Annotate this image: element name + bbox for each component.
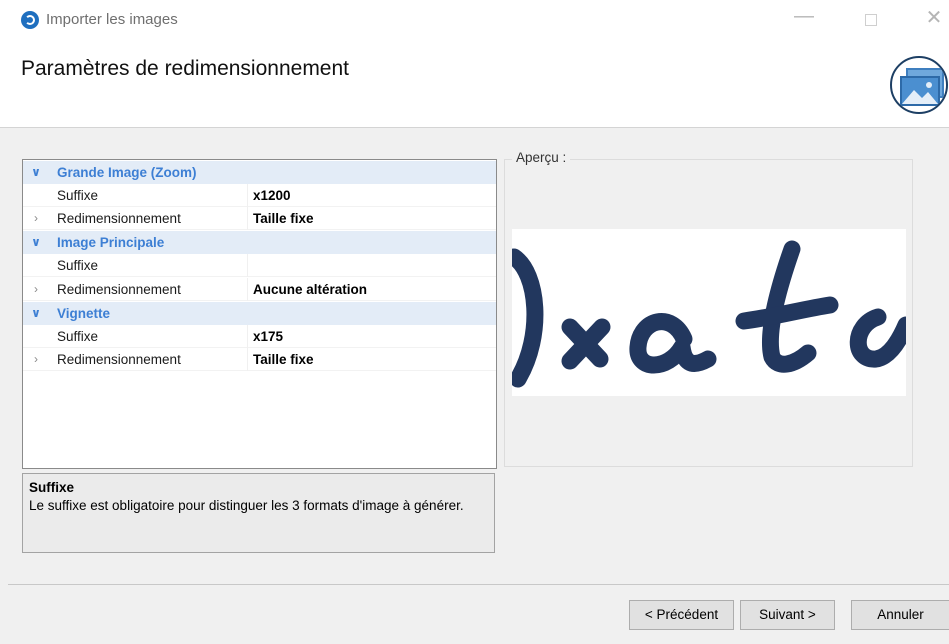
property-name: Suffixe [57,329,99,344]
chevron-right-icon[interactable]: › [29,207,43,230]
help-title: Suffixe [29,480,75,495]
property-value[interactable]: Aucune altération [253,278,367,301]
group-title: Image Principale [57,235,165,250]
property-row[interactable]: › Redimensionnement Taille fixe [23,207,496,230]
group-grande-image[interactable]: ∨ Grande Image (Zoom) [23,161,496,184]
property-row[interactable]: Suffixe x175 [23,325,496,348]
property-row[interactable]: Suffixe [23,254,496,277]
title-bar: Importer les images — ✕ [0,0,949,40]
group-vignette[interactable]: ∨ Vignette [23,302,496,325]
window-title: Importer les images [46,11,178,28]
property-row[interactable]: Suffixe x1200 [23,184,496,207]
column-divider [247,207,248,230]
property-value[interactable]: Taille fixe [253,207,314,230]
property-grid[interactable]: ∨ Grande Image (Zoom) Suffixe x1200 › Re… [22,159,497,469]
page-title: Paramètres de redimensionnement [21,57,350,80]
previous-button[interactable]: < Précédent [629,600,734,630]
mountain-icon [902,82,938,104]
chevron-right-icon[interactable]: › [29,278,43,301]
property-name: Suffixe [57,188,99,203]
property-name: Redimensionnement [57,282,181,297]
wizard-header: Paramètres de redimensionnement [0,40,949,128]
column-divider [247,325,248,348]
image-front-shape [900,76,940,106]
column-divider [247,278,248,301]
cancel-button[interactable]: Annuler [851,600,949,630]
chevron-down-icon[interactable]: ∨ [29,161,43,184]
app-logo-icon [21,11,39,29]
group-title: Vignette [57,306,111,321]
property-value[interactable]: x175 [253,325,283,348]
close-button[interactable]: ✕ [919,6,949,34]
property-name: Redimensionnement [57,211,181,226]
property-name: Redimensionnement [57,352,181,367]
group-title: Grande Image (Zoom) [57,165,197,180]
group-image-principale[interactable]: ∨ Image Principale [23,231,496,254]
footer-divider [8,584,949,585]
chevron-right-icon[interactable]: › [29,348,43,371]
preview-label: Aperçu : [512,150,571,165]
logo-preview-image [512,240,906,388]
property-row[interactable]: › Redimensionnement Taille fixe [23,348,496,371]
maximize-button[interactable] [856,6,886,34]
chevron-down-icon[interactable]: ∨ [29,231,43,254]
image-gallery-icon [890,56,948,114]
chevron-down-icon[interactable]: ∨ [29,302,43,325]
property-help-box: Suffixe Le suffixe est obligatoire pour … [22,473,495,553]
help-text: Le suffixe est obligatoire pour distingu… [29,498,464,513]
property-row[interactable]: › Redimensionnement Aucune altération [23,278,496,301]
column-divider [247,348,248,371]
maximize-icon [865,14,877,26]
property-value[interactable]: x1200 [253,184,291,207]
next-button[interactable]: Suivant > [740,600,835,630]
property-value[interactable]: Taille fixe [253,348,314,371]
minimize-button[interactable]: — [789,6,819,34]
property-name: Suffixe [57,258,99,273]
preview-image [512,229,906,396]
column-divider [247,254,248,277]
column-divider [247,184,248,207]
